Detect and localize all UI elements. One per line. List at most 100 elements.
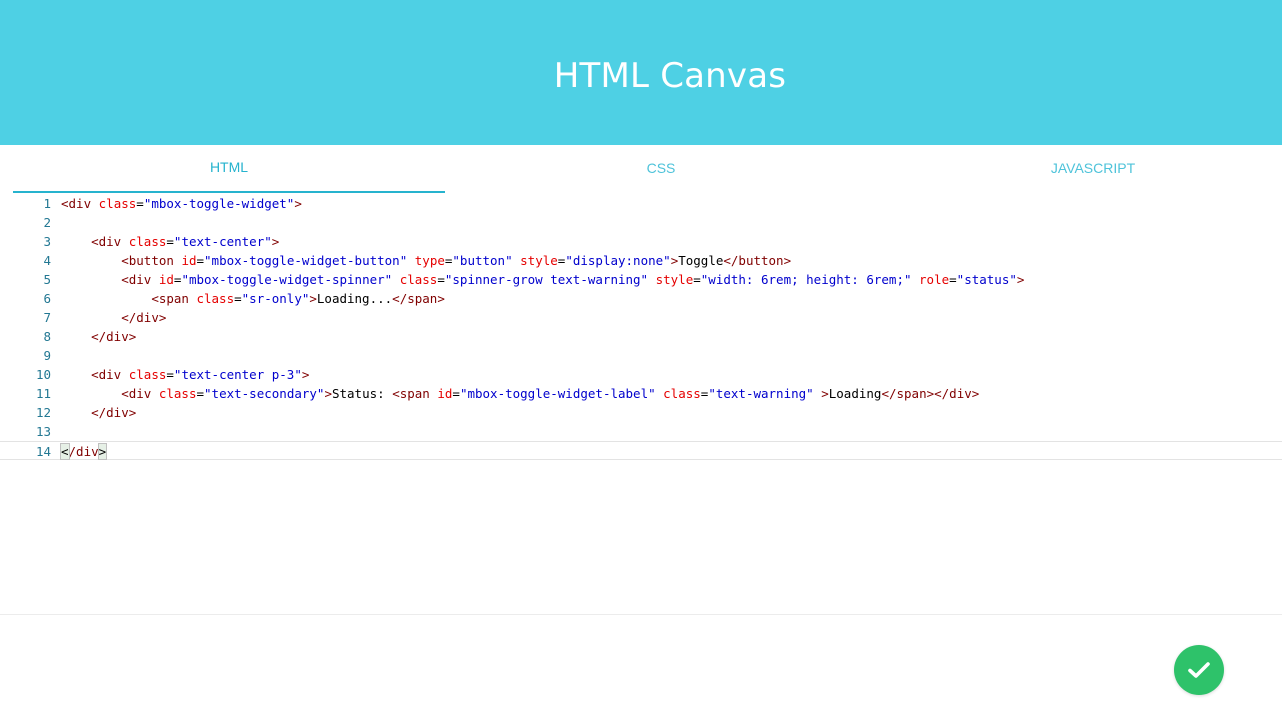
code-token: </span> xyxy=(392,291,445,306)
code-token: > xyxy=(301,367,310,382)
code-line[interactable]: 6 <span class="sr-only">Loading...</span… xyxy=(0,289,1282,308)
code-token: < xyxy=(60,443,70,460)
code-text: <div class="text-center"> xyxy=(61,232,279,251)
code-token: /div xyxy=(68,444,99,459)
line-number: 12 xyxy=(35,405,51,420)
code-token: </button> xyxy=(723,253,792,268)
code-token: = xyxy=(166,367,174,382)
code-line[interactable]: 10 <div class="text-center p-3"> xyxy=(0,365,1282,384)
code-token: = xyxy=(693,272,701,287)
code-token: class xyxy=(196,291,235,306)
code-token: <div xyxy=(121,386,159,401)
code-text: <div class="mbox-toggle-widget"> xyxy=(61,194,302,213)
code-token: "text-secondary" xyxy=(204,386,325,401)
code-token: id xyxy=(158,272,174,287)
code-line[interactable]: 9 xyxy=(0,346,1282,365)
code-line[interactable]: 13 xyxy=(0,422,1282,441)
tab-javascript[interactable]: JAVASCRIPT xyxy=(877,145,1282,193)
code-token: class xyxy=(158,386,197,401)
code-token: > xyxy=(97,443,108,460)
code-token: > xyxy=(1016,272,1025,287)
code-line[interactable]: 3 <div class="text-center"> xyxy=(0,232,1282,251)
code-token: <button xyxy=(121,253,182,268)
code-line[interactable]: 2 xyxy=(0,213,1282,232)
code-line[interactable]: 5 <div id = "mbox-toggle-widget-spinner" c… xyxy=(0,270,1282,289)
code-text: <div class="text-secondary">Status: <spa… xyxy=(61,384,979,403)
confirm-button[interactable] xyxy=(1174,645,1224,695)
code-token: "display:none" xyxy=(565,253,671,268)
code-token: class xyxy=(399,272,438,287)
code-text: <div class="text-center p-3"> xyxy=(61,365,309,384)
code-token: = xyxy=(136,196,144,211)
code-line[interactable]: 12 </div> xyxy=(0,403,1282,422)
code-token: = xyxy=(949,272,957,287)
code-token: </div> xyxy=(91,329,137,344)
page-title: HTML Canvas xyxy=(553,56,787,96)
code-token: "mbox-toggle-widget" xyxy=(143,196,295,211)
code-line[interactable]: 1 <div class="mbox-toggle-widget"> xyxy=(0,194,1282,213)
code-token: </div> xyxy=(121,310,167,325)
line-number: 13 xyxy=(35,424,51,439)
code-token: = xyxy=(166,234,174,249)
code-token: "button" xyxy=(452,253,513,268)
code-token: "text-center" xyxy=(173,234,272,249)
line-number: 8 xyxy=(43,329,51,344)
code-token: class xyxy=(128,367,167,382)
code-token: id xyxy=(181,253,197,268)
code-line[interactable]: 8 </div> xyxy=(0,327,1282,346)
code-line[interactable]: 11 <div class="text-secondary">Status: <… xyxy=(0,384,1282,403)
check-icon xyxy=(1188,662,1210,678)
code-token: type xyxy=(414,253,445,268)
line-number: 4 xyxy=(43,253,51,268)
code-token: "mbox-toggle-widget-button" xyxy=(204,253,408,268)
code-token: "sr-only" xyxy=(241,291,310,306)
footer-divider xyxy=(0,614,1282,615)
code-token: style xyxy=(520,253,558,268)
code-text: </div> xyxy=(60,442,108,461)
code-token: class xyxy=(98,196,137,211)
code-token: "mbox-toggle-widget-label" xyxy=(459,386,656,401)
code-line[interactable]: 7 </div> xyxy=(0,308,1282,327)
code-token: </div> xyxy=(91,405,137,420)
code-token: class xyxy=(128,234,167,249)
tab-html[interactable]: HTML xyxy=(13,145,445,193)
code-token: Toggle xyxy=(678,253,724,268)
tab-css[interactable]: CSS xyxy=(445,145,877,193)
code-token: > xyxy=(309,291,317,306)
code-text: <div id = "mbox-toggle-widget-spinner" cla… xyxy=(61,270,1024,289)
code-token: class xyxy=(663,386,701,401)
line-number: 7 xyxy=(43,310,51,325)
code-line[interactable]: 14 </div> xyxy=(0,441,1282,460)
code-token: </span></div> xyxy=(881,386,980,401)
line-number: 10 xyxy=(35,367,51,382)
code-token: Loading xyxy=(828,386,882,401)
code-token: "text-warning" xyxy=(708,386,814,401)
code-token: <span xyxy=(392,386,438,401)
code-token: id xyxy=(437,386,453,401)
code-line[interactable]: 4 <button id="mbox-toggle-widget-button"… xyxy=(0,251,1282,270)
code-token: "text-center p-3" xyxy=(173,367,302,382)
line-number: 14 xyxy=(35,444,51,459)
line-number: 6 xyxy=(43,291,51,306)
code-token: Loading... xyxy=(316,291,393,306)
code-editor[interactable]: 1 <div class="mbox-toggle-widget"> 2 3 <div… xyxy=(0,194,1282,614)
code-token: > xyxy=(324,386,332,401)
code-token: = xyxy=(196,253,205,268)
code-token: > xyxy=(294,196,302,211)
code-token: = xyxy=(234,291,242,306)
code-token: <div xyxy=(61,196,99,211)
code-text: <span class="sr-only">Loading...</span> xyxy=(61,289,445,308)
code-token: = xyxy=(452,386,460,401)
code-token: role xyxy=(919,272,950,287)
